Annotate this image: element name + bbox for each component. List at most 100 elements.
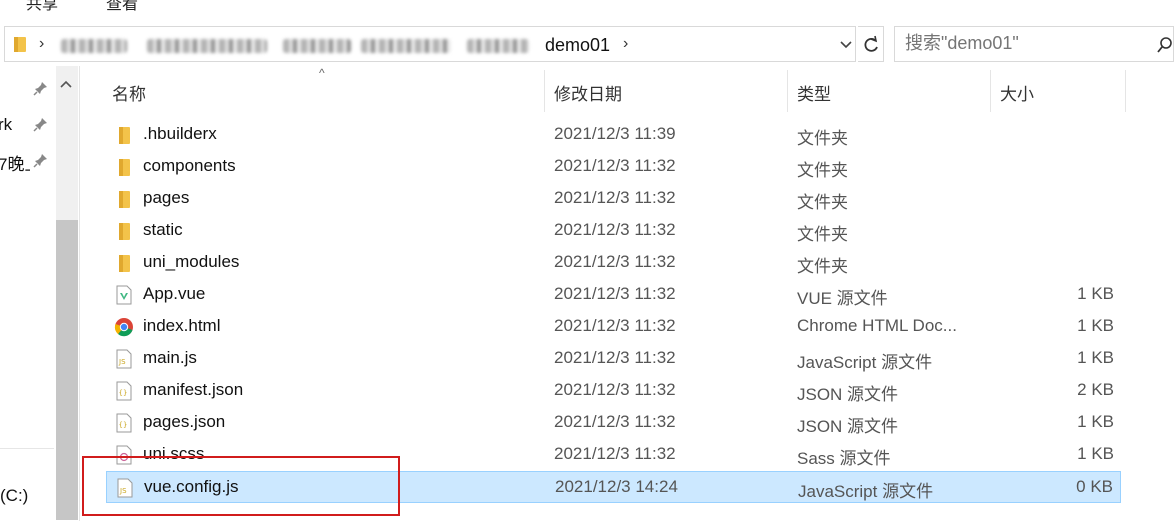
pin-icon[interactable]: [33, 80, 49, 96]
file-type: 文件夹: [797, 225, 848, 244]
pin-icon[interactable]: [33, 152, 49, 168]
file-row[interactable]: App.vue 2021/12/3 11:32 VUE 源文件 1 KB: [106, 279, 1121, 311]
nav-item-quick-access[interactable]: rk: [0, 115, 12, 135]
file-row[interactable]: uni_modules 2021/12/3 11:32 文件夹: [106, 247, 1121, 279]
pin-icon[interactable]: [33, 116, 49, 132]
ribbon-tabs: 共享 查看: [0, 0, 1174, 14]
file-size: 1 KB: [1077, 316, 1114, 335]
file-row[interactable]: pages 2021/12/3 11:32 文件夹: [106, 183, 1121, 215]
nav-item-drive-c[interactable]: (C:): [0, 486, 28, 506]
nav-scrollbar-thumb[interactable]: [56, 220, 78, 520]
redacted-path-segment: [361, 39, 451, 53]
file-type: 文件夹: [797, 161, 848, 180]
refresh-icon: [864, 35, 878, 52]
search-box[interactable]: [894, 26, 1174, 62]
folder-icon: [114, 125, 134, 145]
file-modified-date: 2021/12/3 11:32: [554, 316, 676, 335]
file-name[interactable]: pages: [143, 188, 189, 208]
chevron-right-icon[interactable]: ›: [39, 35, 44, 53]
js-file-icon: JS: [114, 349, 134, 369]
column-divider[interactable]: [990, 70, 991, 112]
file-size: 1 KB: [1077, 444, 1114, 463]
file-row[interactable]: {} pages.json 2021/12/3 11:32 JSON 源文件 1 KB: [106, 407, 1121, 439]
redacted-path-segment: [61, 39, 127, 53]
file-type: JSON 源文件: [797, 385, 899, 404]
file-name[interactable]: components: [143, 156, 236, 176]
file-size: 2 KB: [1077, 380, 1114, 399]
file-type: 文件夹: [797, 129, 848, 148]
file-type: VUE 源文件: [797, 289, 888, 308]
file-modified-date: 2021/12/3 11:32: [554, 348, 676, 367]
file-name[interactable]: App.vue: [143, 284, 205, 304]
folder-icon: [114, 253, 134, 273]
file-type: Chrome HTML Doc...: [797, 316, 957, 335]
annotation-highlight-box: [82, 456, 400, 516]
refresh-button[interactable]: [858, 26, 884, 62]
column-header-name[interactable]: 名称: [112, 80, 146, 105]
column-header-type[interactable]: 类型: [797, 80, 831, 105]
search-input[interactable]: [905, 33, 1145, 54]
file-modified-date: 2021/12/3 11:32: [554, 156, 676, 175]
file-name[interactable]: static: [143, 220, 183, 240]
folder-icon: [114, 221, 134, 241]
file-type: 文件夹: [797, 193, 848, 212]
address-current-folder[interactable]: demo01: [545, 35, 610, 56]
file-row[interactable]: static 2021/12/3 11:32 文件夹: [106, 215, 1121, 247]
divider: [0, 448, 54, 449]
json-file-icon: {}: [114, 413, 134, 433]
file-row[interactable]: components 2021/12/3 11:32 文件夹: [106, 151, 1121, 183]
file-type: 文件夹: [797, 257, 848, 276]
column-divider[interactable]: [544, 70, 545, 112]
column-header-modified[interactable]: 修改日期: [554, 80, 622, 105]
file-size: 1 KB: [1077, 284, 1114, 303]
svg-text:{}: {}: [119, 389, 128, 397]
file-size: 1 KB: [1077, 348, 1114, 367]
file-name[interactable]: index.html: [143, 316, 220, 336]
file-modified-date: 2021/12/3 11:39: [554, 124, 676, 143]
file-name[interactable]: main.js: [143, 348, 197, 368]
column-header-size[interactable]: 大小: [1000, 80, 1034, 105]
file-modified-date: 2021/12/3 11:32: [554, 412, 676, 431]
file-modified-date: 2021/12/3 11:32: [554, 380, 676, 399]
navigation-pane: rk 7晚上 (C:): [0, 66, 80, 521]
folder-icon: [14, 37, 26, 52]
file-modified-date: 2021/12/3 11:32: [554, 284, 676, 303]
file-name[interactable]: .hbuilderx: [143, 124, 217, 144]
file-type: JSON 源文件: [797, 417, 899, 436]
file-size: 0 KB: [1076, 477, 1113, 496]
svg-text:JS: JS: [118, 358, 126, 366]
column-divider[interactable]: [787, 70, 788, 112]
vue-file-icon: [114, 285, 134, 305]
file-modified-date: 2021/12/3 11:32: [554, 220, 676, 239]
file-modified-date: 2021/12/3 14:24: [555, 477, 678, 496]
redacted-path-segment: [283, 39, 351, 53]
folder-icon: [114, 189, 134, 209]
column-divider[interactable]: [1125, 70, 1126, 112]
chevron-down-icon[interactable]: [839, 35, 853, 55]
file-modified-date: 2021/12/3 11:32: [554, 252, 676, 271]
file-name[interactable]: uni_modules: [143, 252, 239, 272]
folder-icon: [114, 157, 134, 177]
json-file-icon: {}: [114, 381, 134, 401]
file-modified-date: 2021/12/3 11:32: [554, 444, 676, 463]
file-name[interactable]: manifest.json: [143, 380, 243, 400]
svg-text:{}: {}: [119, 421, 128, 429]
ribbon-tab-view[interactable]: 查看: [106, 0, 138, 14]
chevron-right-icon[interactable]: ›: [623, 35, 628, 53]
file-row[interactable]: {} manifest.json 2021/12/3 11:32 JSON 源文件 2 …: [106, 375, 1121, 407]
file-name[interactable]: pages.json: [143, 412, 225, 432]
file-type: JavaScript 源文件: [797, 353, 933, 372]
nav-item-quick-access[interactable]: 7晚上: [0, 150, 30, 175]
file-row[interactable]: JS main.js 2021/12/3 11:32 JavaScript 源文件 1 …: [106, 343, 1121, 375]
search-icon[interactable]: [1157, 35, 1173, 55]
chrome-icon: [114, 317, 134, 337]
ribbon-tab-share[interactable]: 共享: [26, 0, 58, 14]
file-row[interactable]: index.html 2021/12/3 11:32 Chrome HTML Doc…: [106, 311, 1121, 343]
redacted-path-segment: [467, 39, 529, 53]
scroll-up-icon[interactable]: [58, 78, 74, 90]
address-box[interactable]: › demo01 ›: [4, 26, 856, 62]
file-row[interactable]: .hbuilderx 2021/12/3 11:39 文件夹: [106, 119, 1121, 151]
file-type: Sass 源文件: [797, 449, 891, 468]
column-headers: ^ 名称 修改日期 类型 大小: [82, 66, 1174, 116]
file-modified-date: 2021/12/3 11:32: [554, 188, 676, 207]
